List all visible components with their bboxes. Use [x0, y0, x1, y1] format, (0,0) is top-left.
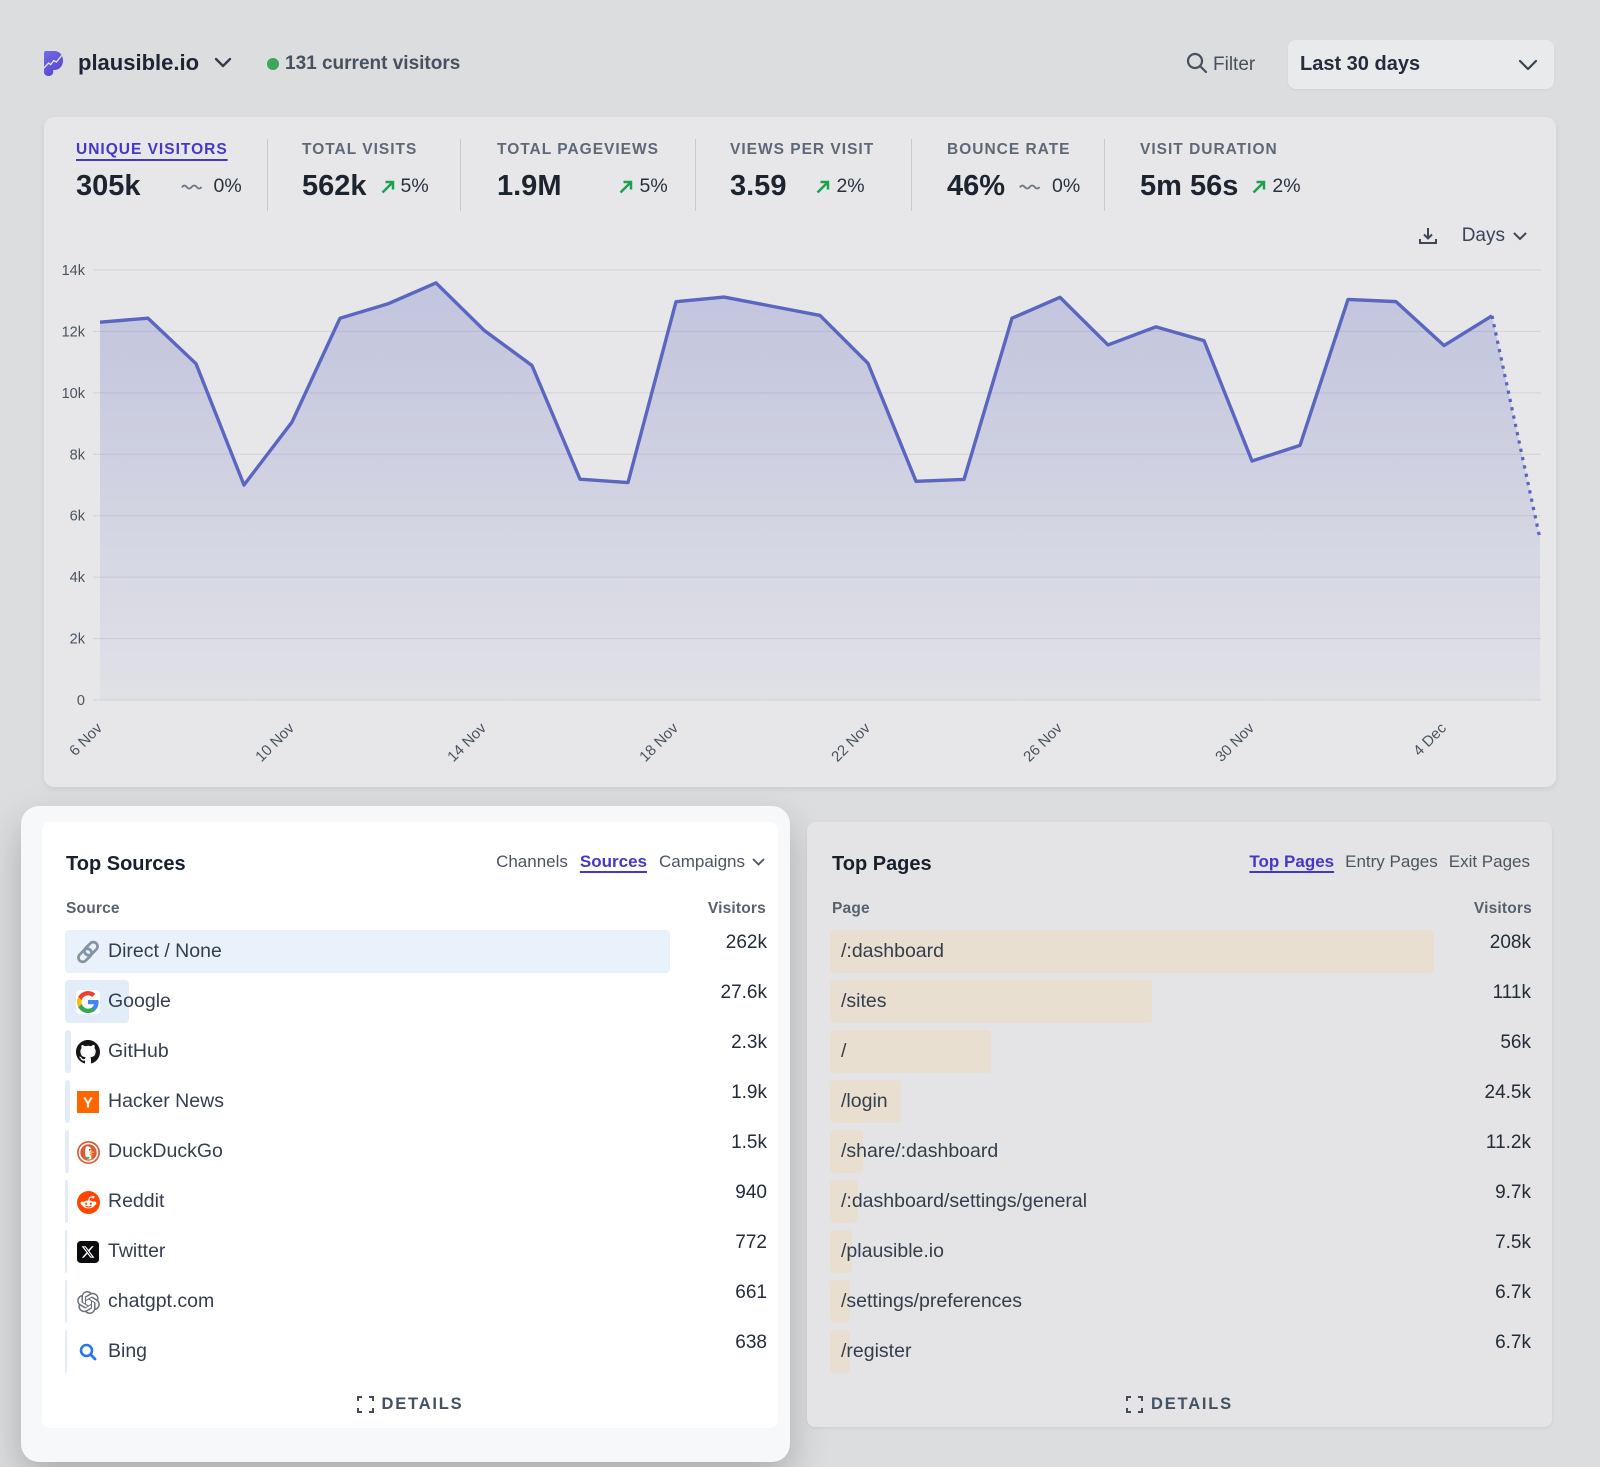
svg-text:12k: 12k — [62, 324, 86, 340]
svg-text:26 Nov: 26 Nov — [1020, 719, 1066, 765]
svg-text:30 Nov: 30 Nov — [1212, 719, 1258, 765]
svg-text:18 Nov: 18 Nov — [636, 719, 682, 765]
svg-text:6k: 6k — [70, 509, 86, 525]
svg-text:0: 0 — [77, 693, 85, 709]
svg-text:14 Nov: 14 Nov — [444, 719, 490, 765]
svg-text:Y: Y — [83, 1095, 93, 1112]
svg-text:4 Dec: 4 Dec — [1410, 719, 1450, 759]
svg-text:14k: 14k — [62, 263, 86, 279]
svg-text:2k: 2k — [70, 632, 86, 648]
svg-text:10k: 10k — [62, 386, 86, 402]
svg-text:8k: 8k — [70, 447, 86, 463]
svg-text:6 Nov: 6 Nov — [66, 719, 106, 759]
svg-text:22 Nov: 22 Nov — [828, 719, 874, 765]
svg-text:4k: 4k — [70, 570, 86, 586]
svg-text:10 Nov: 10 Nov — [252, 719, 298, 765]
